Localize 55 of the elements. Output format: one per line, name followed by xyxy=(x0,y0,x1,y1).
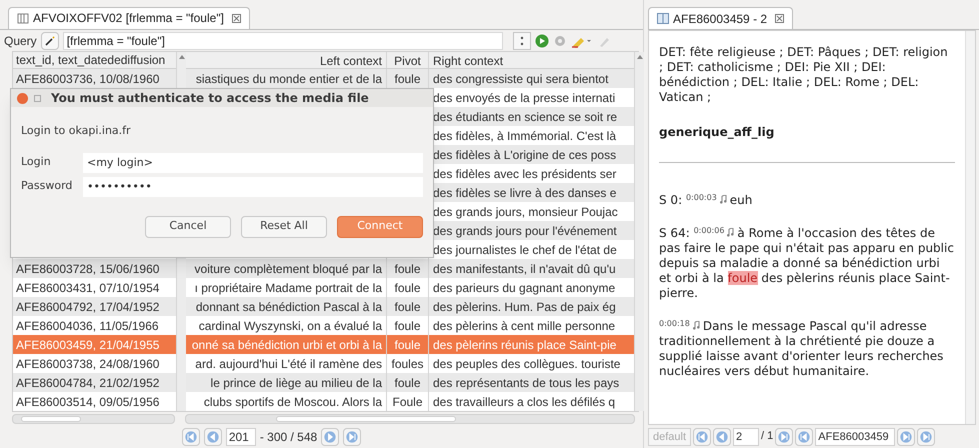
table-cell-text: des fidèles avec les présidents ser xyxy=(433,166,616,183)
table-cell-text: AFE86003431, 07/10/1954 xyxy=(16,280,160,297)
table-cell-text: foules xyxy=(391,356,424,373)
field-label: Password xyxy=(21,178,74,194)
page-range: - 300 / 548 xyxy=(260,429,318,446)
table-cell-text: foule xyxy=(394,70,421,88)
dialog-title: You must authenticate to access the media file xyxy=(51,90,369,107)
table-cell-text: donnant sa bénédiction Pascal à la xyxy=(196,298,382,316)
table-cell-text: des fidèles à L'origine de ces poss xyxy=(433,146,616,164)
table-cell-text: des parieurs du gagnant anonyme xyxy=(433,280,616,297)
table-cell-text: des fidèles, à Immémorial. C'est là xyxy=(433,128,616,145)
table-cell-text: foule xyxy=(394,280,421,297)
table-cell-text: le prince de liège au milieu de la xyxy=(210,374,382,392)
table-cell-text: cardinal Wyszynski, on a évalué la xyxy=(198,318,382,335)
table-cell-text: AFE86004792, 17/04/1952 xyxy=(16,298,160,316)
table-cell-text: ı propriétaire Madame portrait de la xyxy=(194,280,382,297)
transcript-paragraph: S 0: $^{0:00:03}$ euh xyxy=(659,193,754,208)
table-cell-text: des étudiants en science se soit re xyxy=(433,108,618,126)
page-total: / 1 xyxy=(761,429,774,444)
table-cell-text: onné sa bénédiction urbi et orbi à la xyxy=(192,336,382,354)
table-cell-text: des pèlerins à cent mille personne xyxy=(433,318,616,335)
table-cell-text: voiture complètement bloqué par la xyxy=(194,260,382,278)
table-cell-text: des envoyés de la presse internati xyxy=(433,90,616,107)
table-cell-text: des grands jours, monsieur Poujac xyxy=(433,204,618,221)
table-cell-text: foule xyxy=(394,298,421,316)
table-cell-text: AFE86003736, 10/08/1960 xyxy=(16,70,160,88)
table-cell-text: AFE86003459, 21/04/1955 xyxy=(16,336,160,354)
table-cell-text: foule xyxy=(394,318,421,335)
table-cell-text: des pèlerins réunis place Saint-pie xyxy=(433,336,616,354)
table-cell-text: des travailleurs a clos les défilés q xyxy=(433,394,616,411)
table-cell-text: foule xyxy=(394,374,421,392)
table-cell-text: des pèlerins. Hum. Pas de paix ég xyxy=(433,298,616,316)
table-cell-text: AFE86003514, 09/05/1956 xyxy=(16,394,160,411)
table-cell-text: des grands jours pour l'événement xyxy=(433,222,617,240)
table-cell-text: ard. aujourd'hui L'été il ramène des xyxy=(195,356,382,373)
table-cell-text: des congressiste qui sera bientot xyxy=(433,70,608,88)
table-cell-text: foule xyxy=(394,260,421,278)
table-cell-text: des représentants de tous les pays xyxy=(433,374,620,392)
table-cell-text: AFE86004784, 21/02/1952 xyxy=(16,374,160,392)
query-label: Query xyxy=(4,32,37,50)
table-cell-text: Foule xyxy=(392,394,423,411)
table-cell-text: AFE86003728, 15/06/1960 xyxy=(16,260,160,278)
table-cell-text: AFE86004036, 11/05/1966 xyxy=(16,318,159,335)
table-cell-text: siastiques du monde entier et de la xyxy=(196,70,382,88)
table-cell-text: des manifestants, il n'avait dû qu'u xyxy=(433,260,616,278)
table-cell-text: des fidèles se livre à des danses e xyxy=(433,184,616,202)
field-label: Login xyxy=(21,154,52,170)
table-cell-text: des peuples des collègues. touriste xyxy=(433,356,620,373)
metadata-text: DET: fête religieuse ; DET: Pâques ; DET: religion ; DET: catholicisme ; DEI: Pie XII ; DEI: bénédiction ; DEL: Italie ; DEL: Rome ; DEL: Vatican ; xyxy=(659,45,949,105)
table-cell-text: clubs sportifs de Moscou. Alors la xyxy=(204,394,382,411)
section-heading: generique_aff_lig xyxy=(659,125,776,140)
table-cell-text: foule xyxy=(394,336,421,354)
table-cell-text: AFE86003738, 24/08/1960 xyxy=(16,356,160,373)
table-cell-text: des journalistes le chef de l'état de xyxy=(433,242,617,259)
dialog-message: Login to okapi.ina.fr xyxy=(21,123,132,139)
